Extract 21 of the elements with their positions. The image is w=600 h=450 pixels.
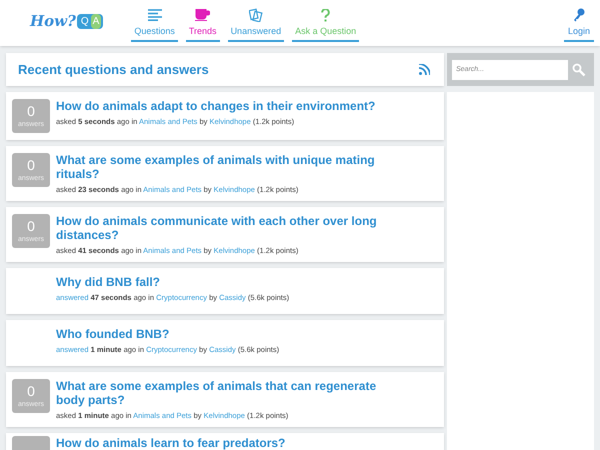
login-link[interactable]: Login <box>564 8 594 42</box>
question-title[interactable]: How do animals communicate with each other over long distances? <box>56 214 386 242</box>
question-title[interactable]: What are some examples of animals that can regenerate body parts? <box>56 379 386 407</box>
question-mark-icon <box>321 8 330 22</box>
nav-tab[interactable]: Trends <box>186 8 220 42</box>
question-title[interactable]: How do animals learn to fear predators? <box>56 436 286 450</box>
question-title[interactable]: How do animals adapt to changes in their environment? <box>56 99 376 113</box>
rss-feed-icon[interactable] <box>419 64 430 75</box>
page-heading: Recent questions and answers <box>18 60 209 79</box>
nav-tab[interactable]: Ask a Question <box>292 8 360 42</box>
question-title[interactable]: Who founded BNB? <box>56 327 280 341</box>
cup-icon <box>195 9 210 21</box>
question-title[interactable]: Why did BNB fall? <box>56 275 290 289</box>
cards-icon <box>248 8 263 22</box>
nav-tab[interactable]: Questions <box>131 8 178 42</box>
site-logo[interactable]: How? Q A <box>30 10 104 32</box>
question-title[interactable]: What are some examples of animals with unique mating rituals? <box>56 153 386 181</box>
answer-count <box>12 436 50 450</box>
key-icon <box>572 8 585 22</box>
nav-tab[interactable]: Unanswered <box>228 8 284 42</box>
menu-lines-icon <box>148 9 162 21</box>
